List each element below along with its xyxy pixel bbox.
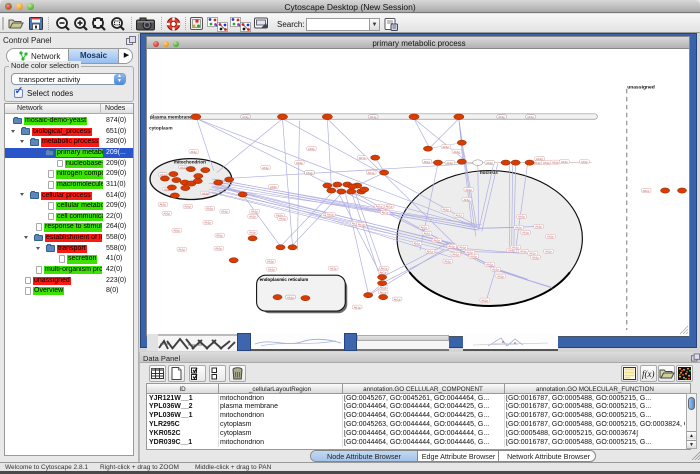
svg-text:Ab1p: Ab1p xyxy=(547,235,554,239)
svg-text:Ab1p: Ab1p xyxy=(465,188,472,192)
svg-text:Ab1p: Ab1p xyxy=(215,247,222,251)
svg-text:Ab1p: Ab1p xyxy=(163,212,170,216)
svg-text:Ab1p: Ab1p xyxy=(190,150,197,154)
svg-text:Ab1p: Ab1p xyxy=(368,171,375,175)
svg-text:Ab1p: Ab1p xyxy=(251,210,258,214)
svg-text:Ab1p: Ab1p xyxy=(497,274,504,278)
svg-text:Ab1p: Ab1p xyxy=(453,150,460,154)
svg-text:Ab1p: Ab1p xyxy=(561,160,568,164)
svg-text:plasma membrane: plasma membrane xyxy=(150,114,192,120)
svg-text:Ab1p: Ab1p xyxy=(512,246,519,250)
svg-text:Ab1p: Ab1p xyxy=(498,115,505,119)
svg-text:Ab1p: Ab1p xyxy=(279,217,286,221)
svg-text:Ab1p: Ab1p xyxy=(267,260,274,264)
svg-text:Ab1p: Ab1p xyxy=(545,250,552,254)
svg-text:Ab1p: Ab1p xyxy=(184,205,191,209)
svg-text:Ab1p: Ab1p xyxy=(581,160,588,164)
svg-text:Ab1p: Ab1p xyxy=(173,229,180,233)
svg-text:Ab1p: Ab1p xyxy=(455,214,462,218)
svg-text:Ab1p: Ab1p xyxy=(414,242,421,246)
svg-text:Ab1p: Ab1p xyxy=(359,156,366,160)
svg-text:mitochondrion: mitochondrion xyxy=(174,159,206,164)
svg-text:Ab1p: Ab1p xyxy=(426,250,433,254)
svg-text:Ab1p: Ab1p xyxy=(522,231,529,235)
svg-text:Ab1p: Ab1p xyxy=(481,298,488,302)
svg-text:Ab1p: Ab1p xyxy=(532,256,539,260)
svg-text:Ab1p: Ab1p xyxy=(527,115,534,119)
svg-text:Ab1p: Ab1p xyxy=(486,161,493,165)
svg-text:Ab1p: Ab1p xyxy=(330,267,337,271)
svg-text:Ab1p: Ab1p xyxy=(380,285,387,289)
svg-text:Ab1p: Ab1p xyxy=(444,260,451,264)
svg-text:Ab1p: Ab1p xyxy=(308,147,315,151)
svg-text:Ab1p: Ab1p xyxy=(306,171,313,175)
svg-text:Ab1p: Ab1p xyxy=(486,263,493,267)
svg-text:Ab1p: Ab1p xyxy=(520,250,527,254)
svg-text:Ab1p: Ab1p xyxy=(382,211,389,215)
svg-text:Ab1p: Ab1p xyxy=(287,295,294,299)
svg-text:cytoplasm: cytoplasm xyxy=(149,126,173,132)
svg-text:Ab1p: Ab1p xyxy=(221,210,228,214)
svg-text:Ab1p: Ab1p xyxy=(552,160,559,164)
svg-text:Ab1p: Ab1p xyxy=(270,185,277,189)
svg-text:Ab1p: Ab1p xyxy=(204,221,211,225)
svg-text:Ab1p: Ab1p xyxy=(442,208,449,212)
svg-text:Ab1p: Ab1p xyxy=(535,225,542,229)
svg-text:Ab1p: Ab1p xyxy=(518,215,525,219)
svg-text:Ab1p: Ab1p xyxy=(262,166,269,170)
svg-text:Ab1p: Ab1p xyxy=(452,253,459,257)
svg-text:Ab1p: Ab1p xyxy=(433,239,440,243)
svg-text:Ab1p: Ab1p xyxy=(463,198,470,202)
svg-text:Ab1p: Ab1p xyxy=(354,305,361,309)
svg-text:Ab1p: Ab1p xyxy=(296,161,303,165)
svg-text:Ab1p: Ab1p xyxy=(536,157,543,161)
svg-text:Ab1p: Ab1p xyxy=(446,161,453,165)
svg-text:Ab1p: Ab1p xyxy=(327,213,334,217)
svg-text:Ab1p: Ab1p xyxy=(643,189,650,193)
svg-text:Ab1p: Ab1p xyxy=(206,207,213,211)
svg-text:Ab1p: Ab1p xyxy=(448,245,455,249)
svg-text:Ab1p: Ab1p xyxy=(358,223,365,227)
svg-text:Ab1p: Ab1p xyxy=(394,297,401,301)
svg-text:Ab1p: Ab1p xyxy=(268,268,275,272)
svg-text:f(x): f(x) xyxy=(642,369,655,379)
svg-text:Ab1p: Ab1p xyxy=(370,115,377,119)
svg-text:Ab1p: Ab1p xyxy=(423,160,430,164)
svg-text:Ab1p: Ab1p xyxy=(202,191,209,195)
svg-text:Ab1p: Ab1p xyxy=(380,290,387,294)
svg-text:Ab1p: Ab1p xyxy=(470,255,477,259)
svg-text:Ab1p: Ab1p xyxy=(159,203,166,207)
svg-text:Ab1p: Ab1p xyxy=(515,226,522,230)
svg-text:Ab1p: Ab1p xyxy=(543,161,550,165)
svg-text:Ab1p: Ab1p xyxy=(420,226,427,230)
svg-text:Ab1p: Ab1p xyxy=(492,268,499,272)
svg-text:Ab1p: Ab1p xyxy=(380,271,387,275)
svg-text:Ab1p: Ab1p xyxy=(249,231,256,235)
svg-text:Ab1p: Ab1p xyxy=(178,248,185,252)
svg-text:Ab1p: Ab1p xyxy=(249,215,256,219)
svg-text:Ab1p: Ab1p xyxy=(376,205,383,209)
svg-text:Ab1p: Ab1p xyxy=(442,145,449,149)
svg-text:Ab1p: Ab1p xyxy=(216,234,223,238)
svg-text:unassigned: unassigned xyxy=(627,84,655,90)
svg-text:Ab1p: Ab1p xyxy=(423,232,430,236)
svg-text:Ab1p: Ab1p xyxy=(242,115,249,119)
svg-text:Ab1p: Ab1p xyxy=(534,161,541,165)
svg-text:Ab1p: Ab1p xyxy=(459,246,466,250)
svg-text:Ab1p: Ab1p xyxy=(386,205,393,209)
svg-text:endoplasmic reticulum: endoplasmic reticulum xyxy=(260,277,309,282)
